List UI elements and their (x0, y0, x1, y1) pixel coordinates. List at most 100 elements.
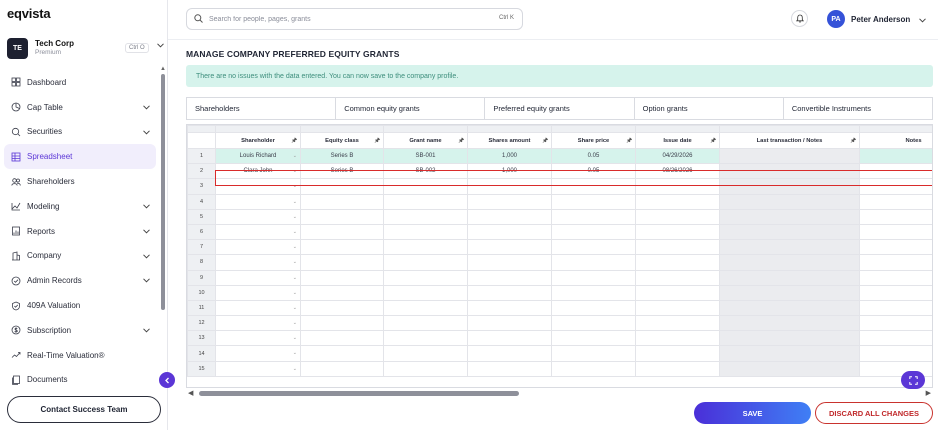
grid-cell[interactable] (719, 178, 860, 195)
grid-cell[interactable] (719, 163, 860, 180)
grid-cell[interactable] (719, 239, 860, 256)
org-switcher[interactable]: TE Tech Corp Premium Ctrl O (7, 37, 164, 59)
grid-cell[interactable]: ⌄ (215, 178, 301, 195)
grid-cell[interactable] (635, 178, 720, 195)
grid-cell[interactable] (467, 208, 552, 225)
grid-cell[interactable] (719, 299, 860, 317)
grid-cell[interactable]: SB-001 (383, 147, 468, 165)
chevron-down-icon[interactable] (143, 276, 150, 285)
tab-preferred-equity-grants[interactable]: Preferred equity grants (485, 98, 635, 119)
grid-cell[interactable]: ⌄ (215, 239, 301, 256)
pin-icon[interactable]: 🖈 (850, 136, 856, 146)
grid-cell[interactable] (551, 208, 636, 225)
chevron-down-icon[interactable] (143, 128, 150, 137)
column-header[interactable]: Last transaction / Notes 🖈 (719, 132, 860, 149)
grid-cell[interactable] (467, 345, 552, 362)
grid-cell[interactable] (300, 254, 384, 271)
grid-cell[interactable] (859, 330, 932, 347)
table-row[interactable]: 13 ⌄ (187, 330, 932, 347)
grid-cell[interactable] (551, 345, 636, 362)
dropdown-arrow-icon[interactable]: ⌄ (293, 275, 297, 281)
sidebar-item-subscription[interactable]: Subscription (4, 318, 156, 343)
pin-icon[interactable]: 🖈 (542, 136, 548, 146)
discard-all-changes-button[interactable]: DISCARD ALL CHANGES (815, 402, 933, 424)
sidebar-item-shareholders[interactable]: Shareholders (4, 169, 156, 194)
grid-cell[interactable] (300, 284, 384, 301)
grid-cell[interactable] (635, 330, 720, 347)
grid-cell[interactable]: 0.05 (551, 163, 636, 180)
sidebar-item-securities[interactable]: Securities (4, 120, 156, 145)
grid-cell[interactable] (719, 315, 860, 332)
grid-cell[interactable] (635, 223, 720, 241)
grid-cell[interactable] (467, 254, 552, 271)
spreadsheet-grid[interactable]: Shareholder 🖈 Equity class 🖈 Grant name 🖈 Shar… (186, 124, 933, 388)
grid-cell[interactable] (635, 345, 720, 362)
search-bar[interactable]: Ctrl K (186, 8, 523, 30)
table-row[interactable]: 3 ⌄ (187, 178, 932, 195)
chevron-down-icon[interactable] (143, 202, 150, 211)
grid-cell[interactable]: ⌄ (215, 208, 301, 225)
scroll-up-arrow-icon[interactable]: ▲ (160, 66, 166, 72)
grid-cell[interactable] (467, 269, 552, 286)
column-header[interactable]: Grant name 🖈 (383, 132, 468, 149)
dropdown-arrow-icon[interactable]: ⌄ (293, 199, 297, 205)
contact-success-team-button[interactable]: Contact Success Team (7, 396, 161, 423)
pin-icon[interactable]: 🖈 (374, 136, 380, 146)
grid-cell[interactable] (467, 178, 552, 195)
grid-cell[interactable] (300, 345, 384, 362)
dropdown-arrow-icon[interactable]: ⌄ (293, 259, 297, 265)
grid-cell[interactable] (467, 239, 552, 256)
grid-cell[interactable]: 08/26/2026 (635, 163, 720, 180)
grid-cell[interactable] (383, 208, 468, 225)
dropdown-arrow-icon[interactable]: ⌄ (293, 350, 297, 356)
grid-cell[interactable] (551, 223, 636, 241)
grid-cell[interactable] (383, 360, 468, 377)
grid-cell[interactable] (635, 360, 720, 377)
grid-cell[interactable] (859, 147, 932, 165)
grid-cell[interactable] (635, 299, 720, 317)
sidebar-item-documents[interactable]: Documents (4, 368, 156, 393)
dropdown-arrow-icon[interactable]: ⌄ (293, 305, 297, 311)
grid-cell[interactable] (859, 193, 932, 210)
grid-cell[interactable] (551, 239, 636, 256)
grid-cell[interactable] (719, 345, 860, 362)
grid-cell[interactable] (859, 208, 932, 225)
grid-cell[interactable] (300, 315, 384, 332)
chevron-down-icon[interactable] (143, 326, 150, 335)
table-row[interactable]: 11 ⌄ (187, 299, 932, 317)
grid-cell[interactable] (859, 299, 932, 317)
grid-cell[interactable]: ⌄ (215, 193, 301, 210)
grid-cell[interactable] (859, 315, 932, 332)
column-header[interactable]: Shareholder 🖈 (215, 132, 301, 149)
grid-cell[interactable] (300, 178, 384, 195)
grid-cell[interactable] (859, 254, 932, 271)
sidebar-item-company[interactable]: Company (4, 244, 156, 269)
grid-cell[interactable]: ⌄ (215, 315, 301, 332)
save-button[interactable]: SAVE (694, 402, 811, 424)
grid-cell[interactable]: 1,000 (467, 163, 552, 180)
sidebar-item-admin-records[interactable]: Admin Records (4, 268, 156, 293)
column-letter-header[interactable] (467, 125, 552, 133)
dropdown-arrow-icon[interactable]: ⌄ (293, 335, 297, 341)
grid-cell[interactable] (383, 345, 468, 362)
sidebar-item-409a-valuation[interactable]: 409A Valuation (4, 293, 156, 318)
table-row[interactable]: 4 ⌄ (187, 193, 932, 210)
sidebar-item-real-time-valuation[interactable]: Real-Time Valuation® (4, 343, 156, 368)
dropdown-arrow-icon[interactable]: ⌄ (293, 214, 297, 220)
grid-cell[interactable] (383, 178, 468, 195)
column-header[interactable]: Share price 🖈 (551, 132, 636, 149)
grid-cell[interactable] (383, 299, 468, 317)
grid-cell[interactable] (719, 147, 860, 165)
grid-cell[interactable] (383, 193, 468, 210)
dropdown-arrow-icon[interactable]: ⌄ (293, 168, 297, 174)
grid-cell[interactable] (719, 223, 860, 241)
grid-cell[interactable] (383, 330, 468, 347)
grid-cell[interactable] (383, 254, 468, 271)
grid-cell[interactable] (467, 223, 552, 241)
column-header[interactable]: Notes (859, 132, 932, 149)
grid-cell[interactable]: ⌄ (215, 284, 301, 301)
grid-cell[interactable] (383, 315, 468, 332)
dropdown-arrow-icon[interactable]: ⌄ (293, 320, 297, 326)
grid-cell[interactable]: Series B (300, 147, 384, 165)
pin-icon[interactable]: 🖈 (458, 136, 464, 146)
